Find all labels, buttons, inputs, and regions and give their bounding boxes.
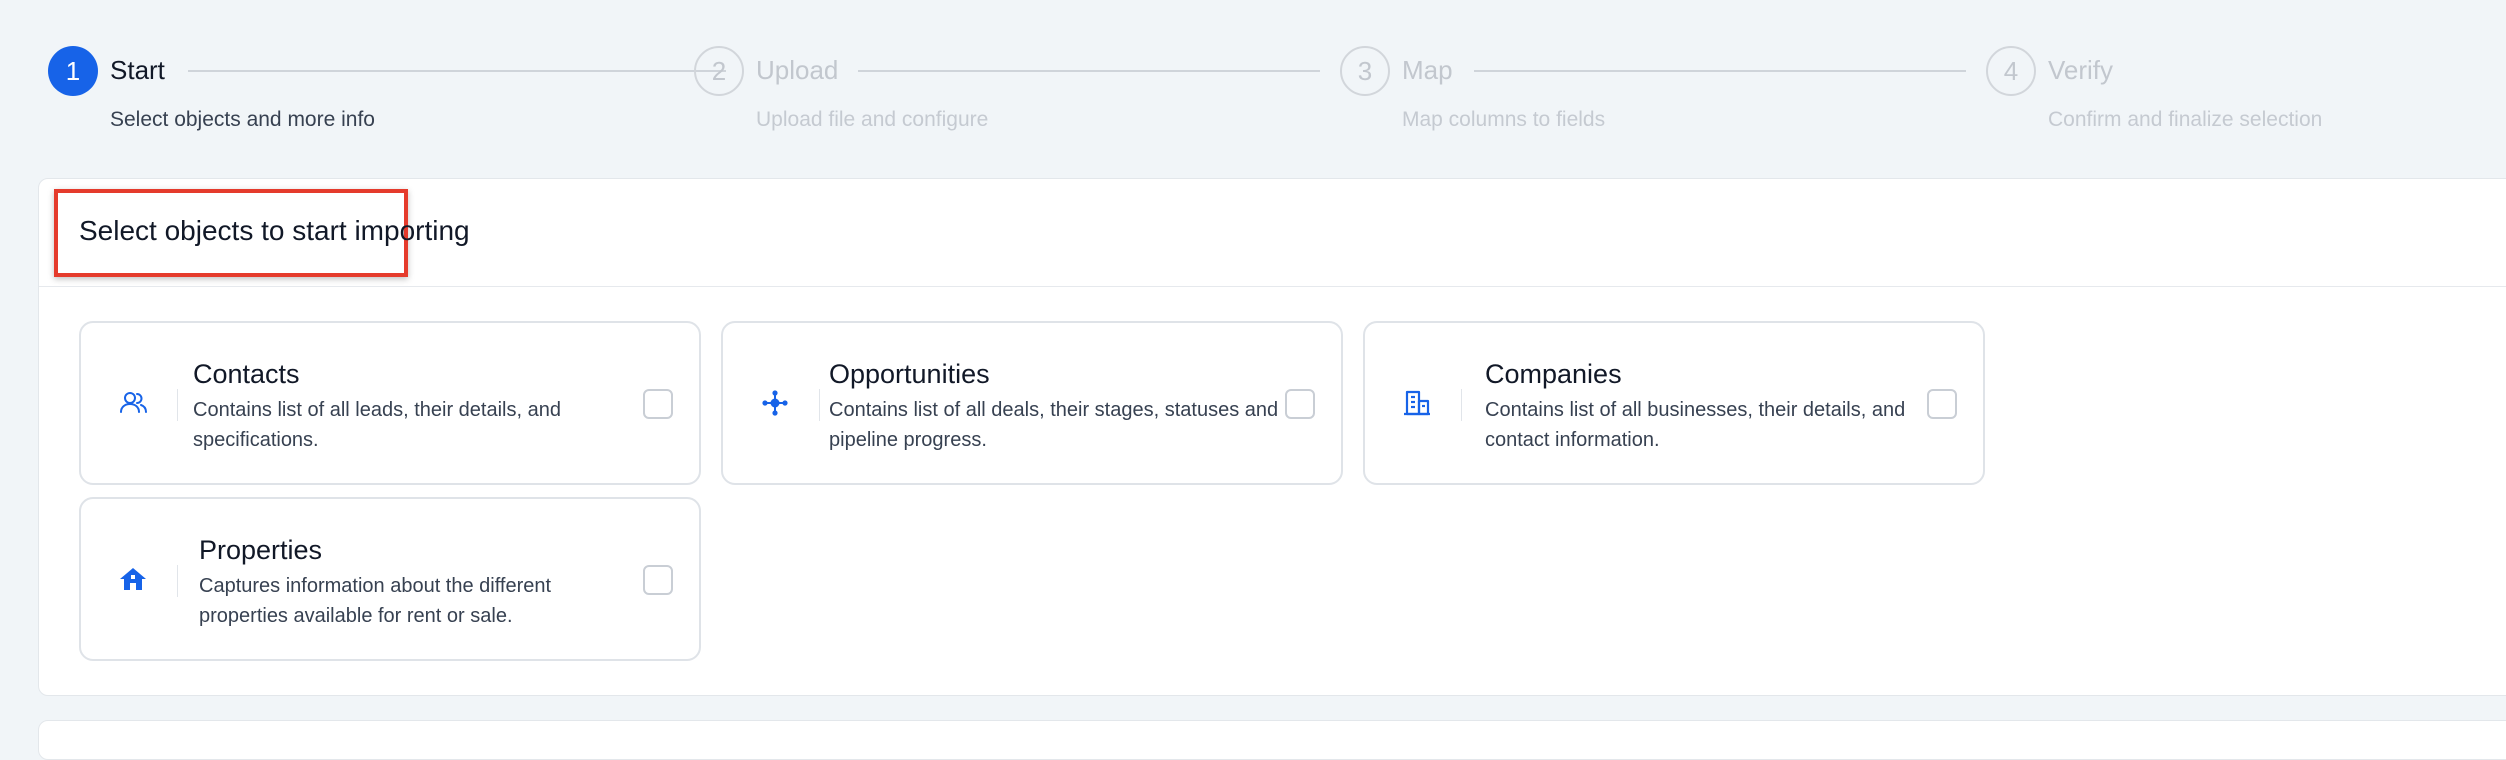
card-title: Opportunities xyxy=(829,359,990,389)
object-card-properties[interactable]: Properties Captures information about th… xyxy=(79,497,701,661)
next-section-panel xyxy=(38,720,2506,760)
select-checkbox[interactable] xyxy=(1927,389,1957,419)
card-divider xyxy=(177,565,178,597)
import-stepper: 1 Start Select objects and more info 2 U… xyxy=(0,0,2506,170)
select-checkbox[interactable] xyxy=(643,389,673,419)
card-description: Contains list of all leads, their detail… xyxy=(193,399,561,451)
card-divider xyxy=(819,389,820,421)
card-divider xyxy=(1461,389,1462,421)
step-subtitle: Confirm and finalize selection xyxy=(2048,108,2323,131)
object-card-contacts[interactable]: Contacts Contains list of all leads, the… xyxy=(79,321,701,485)
card-title: Companies xyxy=(1485,359,1622,389)
building-icon xyxy=(1404,390,1430,416)
step-number-badge: 2 xyxy=(694,46,744,96)
card-title: Contacts xyxy=(193,359,300,389)
select-checkbox[interactable] xyxy=(1285,389,1315,419)
home-icon xyxy=(120,568,146,590)
panel-header: Select objects to start importing xyxy=(39,179,2506,287)
step-title: Verify xyxy=(2048,55,2114,85)
step-number-badge: 1 xyxy=(48,46,98,96)
card-divider xyxy=(177,389,178,421)
panel-title: Select objects to start importing xyxy=(79,215,470,246)
step-number-badge: 4 xyxy=(1986,46,2036,96)
network-icon xyxy=(762,390,788,416)
card-description: Captures information about the different… xyxy=(199,575,552,627)
users-icon xyxy=(120,392,147,413)
step-connector xyxy=(188,70,726,72)
step-title: Upload xyxy=(756,55,839,85)
step-title: Start xyxy=(110,55,165,85)
step-connector xyxy=(1474,70,1966,72)
object-selection-panel: Select objects to start importing Contac… xyxy=(38,178,2506,696)
card-title: Properties xyxy=(199,535,323,565)
card-description: Contains list of all businesses, their d… xyxy=(1485,399,1906,451)
step-subtitle: Select objects and more info xyxy=(110,108,375,131)
object-card-opportunities[interactable]: Opportunities Contains list of all deals… xyxy=(721,321,1343,485)
step-subtitle: Map columns to fields xyxy=(1402,108,1606,131)
step-subtitle: Upload file and configure xyxy=(756,108,989,131)
step-connector xyxy=(858,70,1320,72)
step-number-badge: 3 xyxy=(1340,46,1390,96)
card-description: Contains list of all deals, their stages… xyxy=(829,399,1279,451)
object-card-companies[interactable]: Companies Contains list of all businesse… xyxy=(1363,321,1985,485)
step-title: Map xyxy=(1402,55,1453,85)
select-checkbox[interactable] xyxy=(643,565,673,595)
